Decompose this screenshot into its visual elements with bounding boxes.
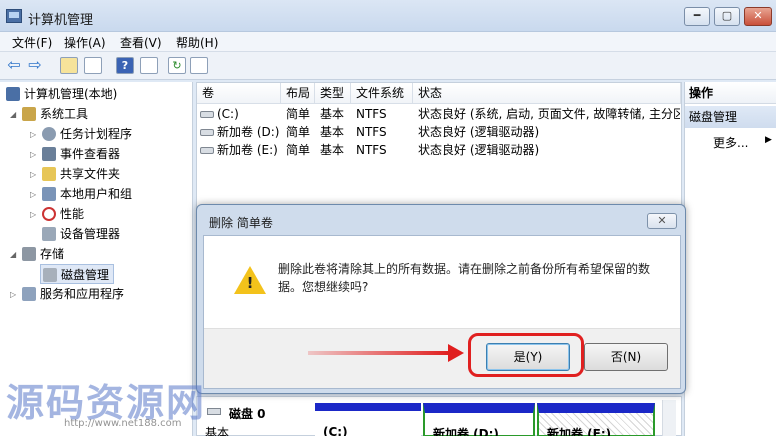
drive-icon	[200, 129, 214, 136]
no-button[interactable]: 否(N)	[584, 343, 668, 371]
menu-action[interactable]: 操作(A)	[64, 34, 106, 51]
help-icon[interactable]: ?	[116, 57, 134, 74]
tree-item-services-apps[interactable]: ▷ 服务和应用程序	[10, 284, 124, 304]
disk-label: 磁盘 0	[229, 407, 266, 421]
layout-cell: 简单	[286, 143, 311, 157]
close-button[interactable]: ✕	[744, 7, 772, 26]
watermark-url: http://www.net188.com	[64, 418, 182, 429]
event-viewer-icon	[42, 146, 56, 161]
drive-icon	[200, 111, 214, 118]
users-icon	[42, 186, 56, 201]
services-icon	[22, 286, 36, 301]
menu-file[interactable]: 文件(F)	[12, 34, 52, 51]
submenu-arrow-icon: ▶	[765, 135, 772, 145]
volume-name-cell: 新加卷 (E:)	[200, 141, 280, 159]
export-list-icon[interactable]	[190, 57, 208, 74]
tree-item-disk-management[interactable]: 磁盘管理	[40, 264, 115, 284]
disk-type: 基本	[205, 426, 230, 436]
volume-name-cell: (C:)	[200, 105, 280, 123]
computer-icon	[6, 86, 20, 101]
menu-bar: 文件(F) 操作(A) 查看(V) 帮助(H)	[0, 32, 776, 52]
show-hide-tree-icon[interactable]	[84, 57, 102, 74]
device-manager-icon	[42, 226, 56, 241]
disk-map: 磁盘 0 基本 (C:) 新加卷 (D:) 新加卷 (E:)	[196, 396, 682, 436]
column-header-layout[interactable]: 布局	[281, 83, 315, 104]
maximize-button[interactable]: ▢	[714, 7, 740, 26]
layout-cell: 简单	[286, 107, 311, 121]
column-header-type[interactable]: 类型	[315, 83, 351, 104]
tree-item-system-tools[interactable]: ◢ 系统工具	[10, 104, 88, 124]
actions-header: 操作	[685, 82, 776, 104]
toolbar: ⇦ ⇨ ? ↻	[0, 52, 776, 80]
red-arrow-annotation	[308, 344, 464, 362]
disk-management-icon	[43, 267, 57, 282]
volume-list: 卷 布局 类型 文件系统 状态 (C:) 简单 基本 NTFS 状态良好 (系统…	[196, 82, 682, 212]
computer-management-icon	[6, 9, 22, 23]
dialog-footer: 是(Y) 否(N)	[204, 328, 680, 388]
dialog-title: 删除 简单卷	[209, 216, 273, 230]
filesystem-cell: NTFS	[356, 143, 387, 157]
dialog-close-button[interactable]: ✕	[647, 213, 677, 229]
tree-item-device-manager[interactable]: 设备管理器	[40, 224, 120, 244]
column-header-volume[interactable]: 卷	[197, 83, 281, 104]
column-header-filesystem[interactable]: 文件系统	[351, 83, 413, 104]
title-bar: 计算机管理 ━ ▢ ✕	[0, 0, 776, 32]
tree-item-storage[interactable]: ◢ 存储	[10, 244, 64, 264]
tree-item-root[interactable]: 计算机管理(本地)	[4, 84, 117, 104]
forward-icon[interactable]: ⇨	[26, 57, 44, 74]
collapsed-arrow-icon[interactable]: ▷	[10, 285, 20, 305]
column-header-status[interactable]: 状态	[413, 83, 681, 104]
status-cell: 状态良好 (逻辑驱动器)	[418, 125, 540, 139]
actions-pane: 操作 磁盘管理 更多... ▶	[684, 82, 776, 436]
performance-icon	[42, 206, 56, 221]
delete-volume-dialog: 删除 简单卷 ✕ ! 删除此卷将清除其上的所有数据。请在删除之前备份所有希望保留…	[196, 204, 686, 394]
window-title: 计算机管理	[28, 13, 94, 28]
tree-item-local-users[interactable]: ▷ 本地用户和组	[30, 184, 132, 204]
type-cell: 基本	[320, 125, 345, 139]
tree-item-event-viewer[interactable]: ▷ 事件查看器	[30, 144, 120, 164]
partition-d[interactable]: 新加卷 (D:)	[423, 403, 535, 436]
collapsed-arrow-icon[interactable]: ▷	[30, 145, 40, 165]
filesystem-cell: NTFS	[356, 107, 387, 121]
dialog-message: 删除此卷将清除其上的所有数据。请在删除之前备份所有希望保留的数据。您想继续吗?	[278, 262, 651, 294]
disk-icon	[207, 408, 221, 415]
back-icon[interactable]: ⇦	[5, 57, 23, 74]
collapsed-arrow-icon[interactable]: ▷	[30, 125, 40, 145]
type-cell: 基本	[320, 107, 345, 121]
up-folder-icon[interactable]	[60, 57, 78, 74]
collapsed-arrow-icon[interactable]: ▷	[30, 185, 40, 205]
partition-e[interactable]: 新加卷 (E:)	[537, 403, 655, 436]
status-cell: 状态良好 (逻辑驱动器)	[418, 143, 540, 157]
layout-cell: 简单	[286, 125, 311, 139]
clock-icon	[42, 126, 56, 141]
status-cell: 状态良好 (系统, 启动, 页面文件, 故障转储, 主分区)	[418, 107, 680, 121]
drive-icon	[200, 147, 214, 154]
collapsed-arrow-icon[interactable]: ▷	[30, 165, 40, 185]
warning-exclamation: !	[246, 274, 254, 292]
tree-item-performance[interactable]: ▷ 性能	[30, 204, 84, 224]
tree-item-task-scheduler[interactable]: ▷ 任务计划程序	[30, 124, 132, 144]
filesystem-cell: NTFS	[356, 125, 387, 139]
refresh-icon[interactable]: ↻	[168, 57, 186, 74]
type-cell: 基本	[320, 143, 345, 157]
volume-name-cell: 新加卷 (D:)	[200, 123, 280, 141]
menu-help[interactable]: 帮助(H)	[176, 34, 218, 51]
minimize-button[interactable]: ━	[684, 7, 710, 26]
dialog-body: ! 删除此卷将清除其上的所有数据。请在删除之前备份所有希望保留的数据。您想继续吗…	[203, 235, 681, 389]
tree-item-shared-folders[interactable]: ▷ 共享文件夹	[30, 164, 120, 184]
more-actions-link[interactable]: 更多...	[713, 134, 748, 151]
menu-view[interactable]: 查看(V)	[120, 34, 162, 51]
expanded-arrow-icon[interactable]: ◢	[10, 105, 20, 125]
shared-folder-icon	[42, 166, 56, 181]
disk-map-scrollbar[interactable]	[662, 400, 676, 436]
actions-section-disk-management[interactable]: 磁盘管理	[685, 106, 776, 128]
partition-c[interactable]: (C:)	[315, 403, 421, 436]
tools-icon	[22, 106, 36, 121]
collapsed-arrow-icon[interactable]: ▷	[30, 205, 40, 225]
expanded-arrow-icon[interactable]: ◢	[10, 245, 20, 265]
storage-icon	[22, 246, 36, 261]
yes-button[interactable]: 是(Y)	[486, 343, 570, 371]
properties-icon[interactable]	[140, 57, 158, 74]
